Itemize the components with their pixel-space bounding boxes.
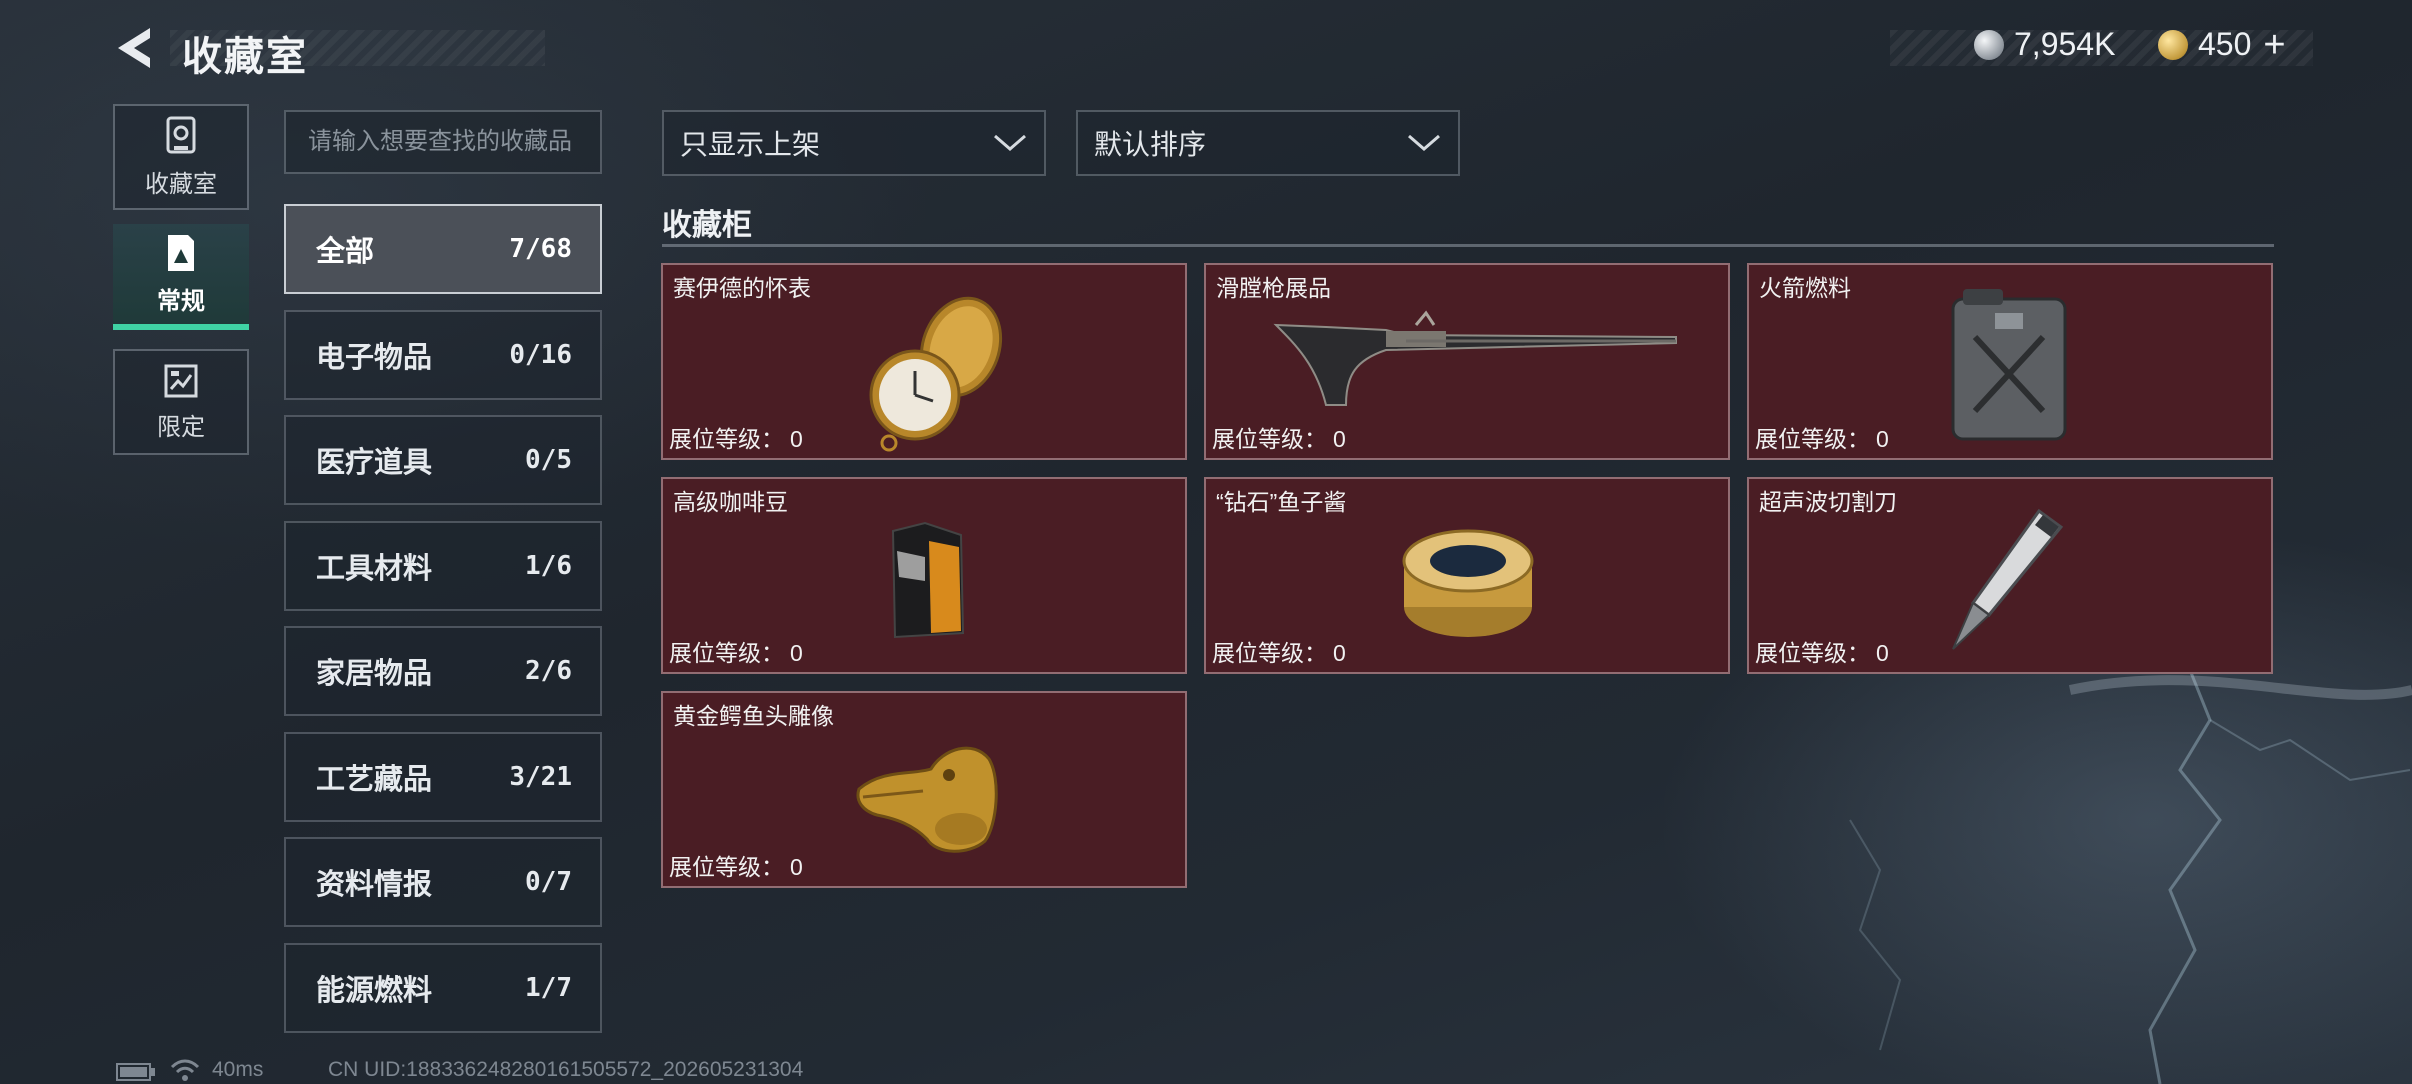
category-count: 3/21 — [509, 762, 572, 792]
item-level-label: 展位等级： — [1212, 426, 1327, 452]
item-level-value: 0 — [1876, 640, 1889, 666]
search-input[interactable] — [284, 110, 602, 174]
category-name: 家居物品 — [316, 658, 433, 690]
category-name: 资料情报 — [316, 869, 433, 901]
item-name: 赛伊德的怀表 — [673, 275, 811, 301]
add-currency-button[interactable]: + — [2263, 26, 2285, 64]
section-title: 收藏柜 — [662, 209, 752, 242]
item-level-label: 展位等级： — [1755, 640, 1870, 666]
category-count: 0/16 — [509, 340, 572, 370]
item-level: 展位等级： 0 — [1212, 634, 1346, 668]
category-name: 工具材料 — [316, 553, 433, 585]
item-level-value: 0 — [1333, 640, 1346, 666]
item-name: 滑膛枪展品 — [1216, 275, 1331, 301]
category-name: 全部 — [316, 236, 375, 268]
regular-card-icon — [168, 234, 194, 271]
category-tools[interactable]: 工具材料 1/6 — [284, 521, 602, 611]
item-name: 火箭燃料 — [1759, 275, 1851, 301]
category-medical[interactable]: 医疗道具 0/5 — [284, 415, 602, 505]
item-level-label: 展位等级： — [1755, 426, 1870, 452]
category-intel[interactable]: 资料情报 0/7 — [284, 837, 602, 927]
category-count: 0/7 — [525, 867, 572, 897]
category-count: 0/5 — [525, 445, 572, 475]
battery-icon — [116, 1063, 155, 1081]
section-divider — [662, 244, 2274, 247]
item-level-label: 展位等级： — [1212, 640, 1327, 666]
wifi-icon — [170, 1059, 200, 1081]
category-energy[interactable]: 能源燃料 1/7 — [284, 943, 602, 1033]
category-count: 7/68 — [509, 234, 572, 264]
item-level: 展位等级： 0 — [1755, 420, 1889, 454]
item-level: 展位等级： 0 — [669, 634, 803, 668]
gold-currency[interactable]: 450 + — [2158, 26, 2286, 64]
uid-text: CN UID:18833624828016150557​2_2026052313… — [328, 1058, 804, 1081]
nav-collection-room-label: 收藏室 — [145, 170, 217, 198]
back-arrow-icon — [118, 28, 150, 68]
caviar-tin-icon — [1402, 529, 1534, 637]
category-household[interactable]: 家居物品 2/6 — [284, 626, 602, 716]
category-name: 电子物品 — [316, 342, 433, 374]
item-card-ultrasonic-knife[interactable]: 超声波切割刀 展位等级： 0 — [1747, 477, 2273, 674]
item-card-rocket-fuel[interactable]: 火箭燃料 展位等级： 0 — [1747, 263, 2273, 460]
gold-currency-value: 450 — [2198, 26, 2252, 62]
page-title: 收藏室 — [182, 35, 308, 79]
item-level-value: 0 — [790, 426, 803, 452]
limited-card-icon — [164, 364, 198, 397]
item-level: 展位等级： 0 — [669, 848, 803, 882]
chevron-down-icon — [1408, 134, 1440, 151]
item-card-pocket-watch[interactable]: 赛伊德的怀表 展位等级： 0 — [661, 263, 1187, 460]
category-crafts[interactable]: 工艺藏品 3/21 — [284, 732, 602, 822]
category-count: 1/7 — [525, 973, 572, 1003]
coffee-bag-icon — [891, 521, 965, 639]
category-electronics[interactable]: 电子物品 0/16 — [284, 310, 602, 400]
pocket-watch-icon — [869, 296, 1003, 452]
nav-regular[interactable]: 常规 — [113, 224, 249, 330]
back-button[interactable] — [112, 24, 158, 72]
musket-icon — [1273, 310, 1677, 406]
nav-regular-label: 常规 — [157, 287, 205, 315]
sort-dropdown[interactable]: 默认排序 — [1076, 110, 1460, 176]
silver-currency-value: 7,954K — [2014, 26, 2116, 62]
item-level-value: 0 — [1876, 426, 1889, 452]
item-name: 高级咖啡豆 — [673, 489, 788, 515]
item-level-value: 0 — [790, 640, 803, 666]
silver-currency: 7,954K — [1974, 26, 2115, 63]
item-level: 展位等级： 0 — [669, 420, 803, 454]
ultrasonic-knife-icon — [1952, 508, 2064, 650]
category-all[interactable]: 全部 7/68 — [284, 204, 602, 294]
item-card-coffee-beans[interactable]: 高级咖啡豆 展位等级： 0 — [661, 477, 1187, 674]
ping-value: 40ms — [212, 1058, 264, 1081]
collection-room-icon — [166, 116, 196, 153]
chevron-down-icon — [994, 134, 1026, 151]
item-level-value: 0 — [790, 854, 803, 880]
item-card-caviar[interactable]: “钻石”鱼子酱 展位等级： 0 — [1204, 477, 1730, 674]
silver-coin-icon — [1974, 29, 2004, 60]
category-name: 工艺藏品 — [316, 764, 433, 796]
nav-limited[interactable]: 限定 — [113, 349, 249, 455]
nav-limited-label: 限定 — [157, 413, 205, 441]
fuel-canister-icon — [1951, 289, 2067, 441]
item-level-value: 0 — [1333, 426, 1346, 452]
category-count: 1/6 — [525, 551, 572, 581]
item-card-musket[interactable]: 滑膛枪展品 展位等级： 0 — [1204, 263, 1730, 460]
shelf-filter-value: 只显示上架 — [680, 129, 821, 160]
item-card-gold-crocodile-head[interactable]: 黄金鳄鱼头雕像 展位等级： 0 — [661, 691, 1187, 888]
item-level-label: 展位等级： — [669, 426, 784, 452]
gold-crocodile-head-icon — [856, 746, 998, 853]
item-name: “钻石”鱼子酱 — [1216, 489, 1347, 515]
item-level: 展位等级： 0 — [1755, 634, 1889, 668]
item-name: 超声波切割刀 — [1759, 489, 1897, 515]
category-name: 能源燃料 — [316, 975, 433, 1007]
nav-collection-room[interactable]: 收藏室 — [113, 104, 249, 210]
category-count: 2/6 — [525, 656, 572, 686]
shelf-filter-dropdown[interactable]: 只显示上架 — [662, 110, 1046, 176]
item-level-label: 展位等级： — [669, 640, 784, 666]
sort-value: 默认排序 — [1094, 129, 1207, 160]
item-name: 黄金鳄鱼头雕像 — [673, 703, 834, 729]
item-level: 展位等级： 0 — [1212, 420, 1346, 454]
item-level-label: 展位等级： — [669, 854, 784, 880]
category-name: 医疗道具 — [316, 447, 433, 479]
gold-coin-icon — [2158, 29, 2188, 60]
background-lightning — [1849, 669, 2412, 1084]
